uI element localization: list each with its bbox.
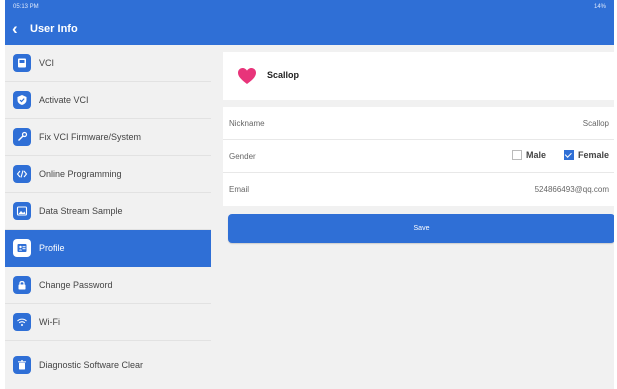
sidebar-item-online-programming[interactable]: Online Programming xyxy=(5,156,211,193)
sidebar-item-label: Wi-Fi xyxy=(39,317,60,327)
sidebar-item-vci[interactable]: VCI xyxy=(5,45,211,82)
sidebar-item-label: Online Programming xyxy=(39,169,122,179)
sidebar: VCI Activate VCI Fix VCI Firmware/System… xyxy=(5,45,211,389)
gender-row: Gender Male Female xyxy=(223,140,614,173)
email-value[interactable]: 524866493@qq.com xyxy=(535,185,609,194)
heart-avatar-icon[interactable] xyxy=(237,67,257,85)
sidebar-item-diagnostic-software-clear[interactable]: Diagnostic Software Clear xyxy=(5,341,211,389)
sidebar-item-label: Fix VCI Firmware/System xyxy=(39,132,142,142)
sidebar-item-label: Activate VCI xyxy=(39,95,89,105)
save-button[interactable]: Save xyxy=(228,214,614,243)
sidebar-item-activate-vci[interactable]: Activate VCI xyxy=(5,82,211,119)
sidebar-item-label: VCI xyxy=(39,58,55,68)
sidebar-item-profile[interactable]: Profile xyxy=(5,230,211,267)
female-label[interactable]: Female xyxy=(578,150,609,160)
email-label: Email xyxy=(229,185,250,194)
sidebar-item-label: Profile xyxy=(39,243,65,253)
lock-icon xyxy=(13,276,31,294)
profile-name: Scallop xyxy=(267,70,300,80)
vci-icon xyxy=(13,54,31,72)
sidebar-item-label: Data Stream Sample xyxy=(39,206,123,216)
main-content: Scallop Nickname Scallop Gender Male Fem… xyxy=(211,45,614,389)
battery-level: 14% xyxy=(593,4,606,10)
user-info-form: Nickname Scallop Gender Male Female Emai… xyxy=(223,107,614,206)
profile-icon xyxy=(13,239,31,257)
email-row[interactable]: Email 524866493@qq.com xyxy=(223,173,614,206)
gender-label: Gender xyxy=(229,152,256,161)
back-icon[interactable]: ‹ xyxy=(12,20,18,37)
app-frame: 05:13 PM 14% ‹ User Info VCI Activate VC… xyxy=(5,0,614,389)
app-header: ‹ User Info xyxy=(5,14,614,45)
profile-card: Scallop xyxy=(223,52,614,100)
shield-check-icon xyxy=(13,91,31,109)
code-icon xyxy=(13,165,31,183)
nickname-label: Nickname xyxy=(229,119,265,128)
sidebar-item-label: Diagnostic Software Clear xyxy=(39,360,144,370)
wifi-icon xyxy=(13,313,31,331)
gender-options: Male Female xyxy=(511,150,609,160)
status-bar: 05:13 PM 14% xyxy=(5,0,614,14)
male-checkbox[interactable] xyxy=(511,150,522,160)
sidebar-item-fix-vci-firmware[interactable]: Fix VCI Firmware/System xyxy=(5,119,211,156)
sidebar-item-label: Change Password xyxy=(39,280,113,290)
sidebar-item-change-password[interactable]: Change Password xyxy=(5,267,211,304)
female-checkbox[interactable] xyxy=(563,150,574,160)
nickname-row[interactable]: Nickname Scallop xyxy=(223,107,614,140)
fix-icon xyxy=(13,128,31,146)
status-time: 05:13 PM xyxy=(13,4,39,10)
sidebar-item-wifi[interactable]: Wi-Fi xyxy=(5,304,211,341)
page-title: User Info xyxy=(30,23,78,35)
image-icon xyxy=(13,202,31,220)
male-label[interactable]: Male xyxy=(526,150,546,160)
nickname-value[interactable]: Scallop xyxy=(583,119,609,128)
trash-icon xyxy=(13,356,31,374)
sidebar-item-data-stream-sample[interactable]: Data Stream Sample xyxy=(5,193,211,230)
